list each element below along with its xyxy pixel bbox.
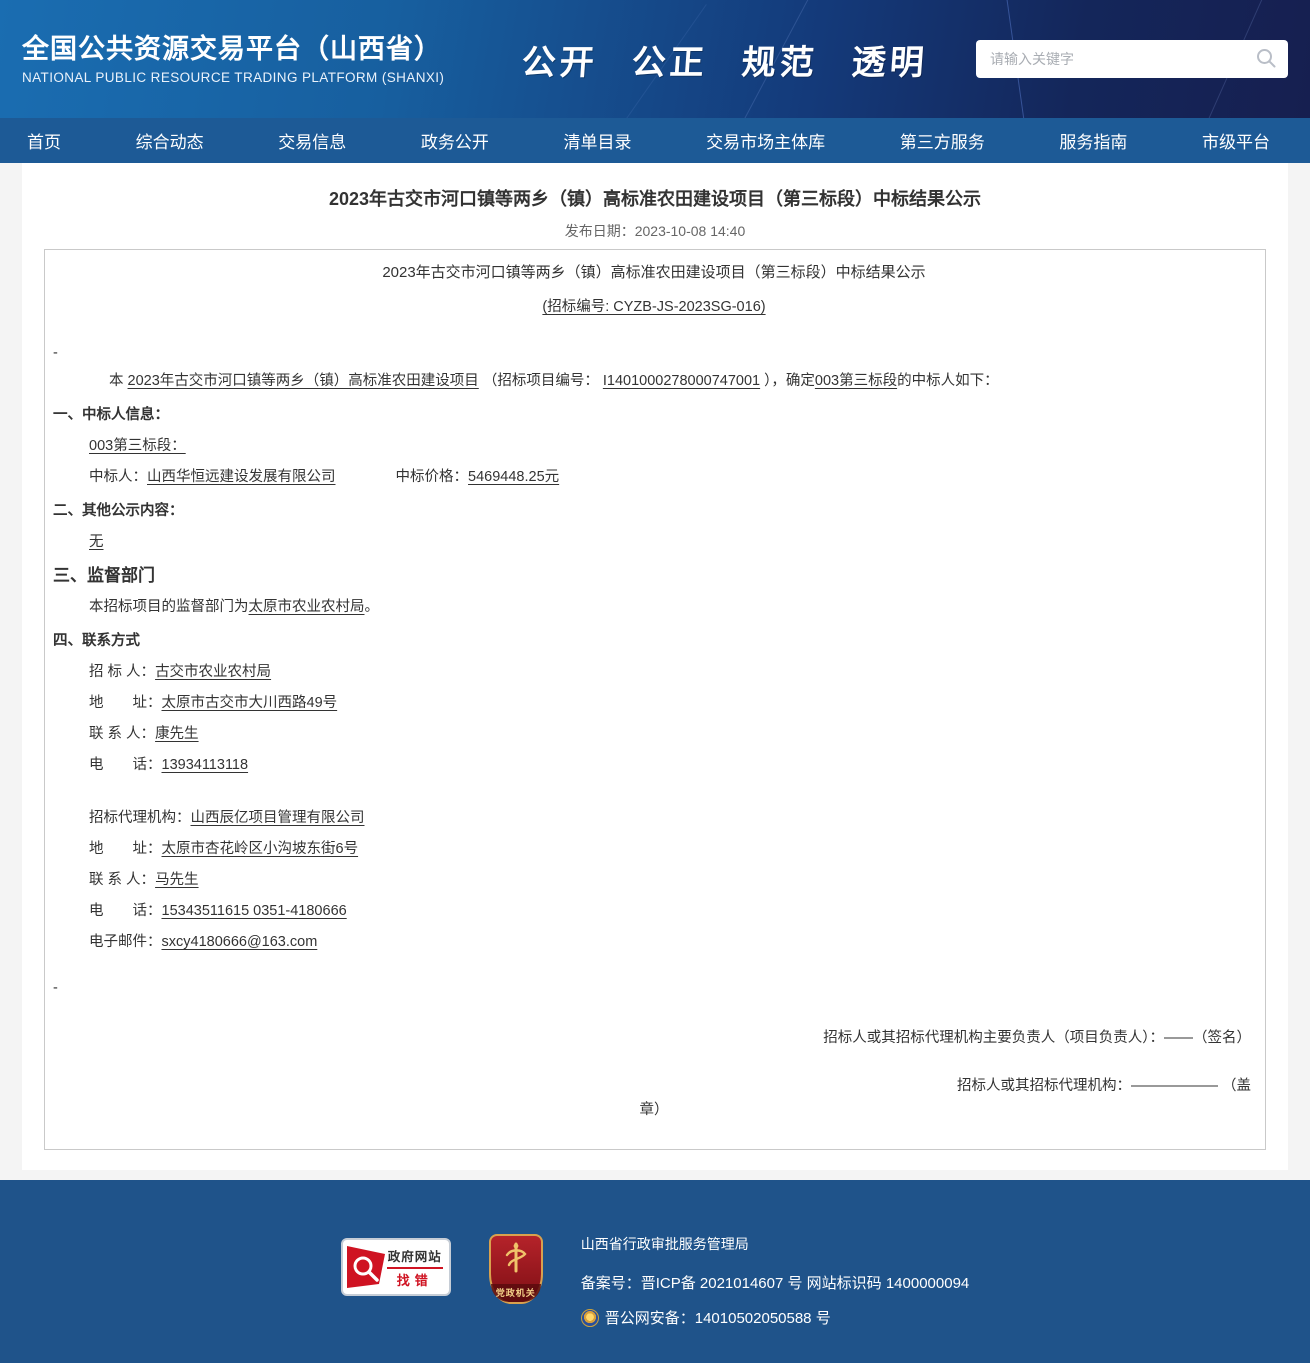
contact-label: 地 址：	[89, 695, 162, 711]
footer-icp: 备案号：晋ICP备 2021014607 号 网站标识码 1400000094	[581, 1272, 970, 1293]
contact-label: 招 标 人：	[89, 664, 155, 680]
page-title: 2023年古交市河口镇等两乡（镇）高标准农田建设项目（第三标段）中标结果公示	[22, 163, 1288, 211]
contact-label: 联 系 人：	[89, 872, 155, 888]
section1-heading: 一、中标人信息：	[53, 404, 1255, 426]
section2-heading: 二、其他公示内容：	[53, 500, 1255, 522]
error-badge-text-2: 找错	[387, 1267, 443, 1289]
contact-label: 电子邮件：	[89, 934, 162, 950]
project-name: 2023年古交市河口镇等两乡（镇）高标准农田建设项目	[128, 373, 479, 389]
nav-item-service-guide[interactable]: 服务指南	[1059, 128, 1127, 153]
search-button[interactable]	[1254, 47, 1278, 71]
winner-name: 山西华恒远建设发展有限公司	[147, 469, 336, 485]
contact-value: 太原市杏花岭区小沟坡东街6号	[162, 841, 359, 857]
content-area: 2023年古交市河口镇等两乡（镇）高标准农田建设项目（第三标段）中标结果公示 发…	[22, 163, 1288, 1170]
site-footer: 政府网站 找错 党政机关 山西省行政审批服务管理局 备案号：晋ICP备 2021…	[0, 1180, 1310, 1363]
signature-line-1: 招标人或其招标代理机构主要负责人（项目负责人）：——（签名）	[53, 1027, 1255, 1049]
error-badge-text-1: 政府网站	[387, 1246, 443, 1265]
nav-item-trade-info[interactable]: 交易信息	[278, 128, 346, 153]
police-badge-icon	[581, 1309, 599, 1327]
contact-value: 马先生	[155, 872, 199, 888]
dash-mark: -	[53, 977, 1255, 999]
nav-item-news[interactable]: 综合动态	[136, 128, 204, 153]
slogan-word: 公正	[630, 35, 709, 84]
footer-police-record-link[interactable]: 晋公网安备：14010502050588 号	[605, 1307, 831, 1328]
price-value: 5469448.25元	[468, 469, 559, 485]
contact-value: sxcy4180666@163.com	[162, 934, 318, 950]
party-gov-shield-badge[interactable]: 党政机关	[489, 1234, 543, 1304]
contact-row: 联 系 人：康先生	[53, 723, 1255, 745]
contact-row: 电 话：15343511615 0351-4180666	[53, 900, 1255, 922]
contact-value: 13934113118	[162, 757, 249, 773]
section1-lot: 003第三标段：	[53, 435, 1255, 457]
contact-label: 电 话：	[89, 903, 162, 919]
contact-value: 15343511615 0351-4180666	[162, 903, 347, 919]
search-box	[976, 40, 1288, 78]
search-icon	[1255, 57, 1277, 72]
slogan: 公开 公正 规范 透明	[474, 35, 976, 84]
contact-row: 地 址：太原市杏花岭区小沟坡东街6号	[53, 838, 1255, 860]
supervisor-dept: 太原市农业农村局	[249, 599, 365, 615]
contact-value: 太原市古交市大川西路49号	[162, 695, 338, 711]
winner-label: 中标人：	[89, 469, 147, 485]
contact-row: 地 址：太原市古交市大川西路49号	[53, 692, 1255, 714]
contact-row: 联 系 人：马先生	[53, 869, 1255, 891]
contact-value: 山西辰亿项目管理有限公司	[191, 810, 365, 826]
nav-item-catalog[interactable]: 清单目录	[564, 128, 632, 153]
publish-date: 发布日期：2023-10-08 14:40	[22, 221, 1288, 241]
contact-row: 电子邮件：sxcy4180666@163.com	[53, 931, 1255, 953]
contact-value: 古交市农业农村局	[155, 664, 271, 680]
gov-site-error-badge[interactable]: 政府网站 找错	[341, 1238, 451, 1296]
section3-content: 本招标项目的监督部门为太原市农业农村局。	[53, 596, 1255, 618]
signature-line-2-wrap: 章）	[53, 1099, 1255, 1121]
site-brand: 全国公共资源交易平台（山西省） NATIONAL PUBLIC RESOURCE…	[22, 33, 444, 86]
contact-label: 招标代理机构：	[89, 810, 191, 826]
contact-row: 招 标 人：古交市农业农村局	[53, 661, 1255, 683]
search-input[interactable]	[990, 51, 1254, 67]
contact-row: 招标代理机构：山西辰亿项目管理有限公司	[53, 807, 1255, 829]
price-label: 中标价格：	[396, 469, 469, 485]
nav-item-third-party[interactable]: 第三方服务	[900, 128, 985, 153]
project-code: I1401000278000747001	[603, 373, 760, 389]
contact-row: 电 话：13934113118	[53, 754, 1255, 776]
dash-mark: -	[53, 342, 1255, 364]
contact-label: 联 系 人：	[89, 726, 155, 742]
intro-paragraph: 本 2023年古交市河口镇等两乡（镇）高标准农田建设项目 （招标项目编号： I1…	[53, 370, 1255, 392]
main-nav: 首页 综合动态 交易信息 政务公开 清单目录 交易市场主体库 第三方服务 服务指…	[0, 118, 1310, 163]
document-title: 2023年古交市河口镇等两乡（镇）高标准农田建设项目（第三标段）中标结果公示	[53, 262, 1255, 284]
contact-label: 地 址：	[89, 841, 162, 857]
slogan-word: 公开	[520, 35, 599, 84]
shield-emblem-icon	[501, 1241, 531, 1284]
signature-line-2: 招标人或其招标代理机构：—————— （盖	[53, 1075, 1255, 1097]
section3-heading: 三、监督部门	[53, 565, 1255, 587]
winner-line: 中标人：山西华恒远建设发展有限公司 中标价格：5469448.25元	[53, 466, 1255, 488]
footer-text-block: 山西省行政审批服务管理局 备案号：晋ICP备 2021014607 号 网站标识…	[581, 1234, 970, 1328]
tender-code: (招标编号: CYZB-JS-2023SG-016)	[53, 296, 1255, 318]
section2-content: 无	[53, 531, 1255, 553]
contact-value: 康先生	[155, 726, 199, 742]
nav-item-city-platform[interactable]: 市级平台	[1202, 128, 1270, 153]
nav-item-home[interactable]: 首页	[27, 128, 61, 153]
footer-agency: 山西省行政审批服务管理局	[581, 1234, 970, 1254]
section4-heading: 四、联系方式	[53, 630, 1255, 652]
slogan-word: 透明	[850, 35, 929, 84]
site-header: 全国公共资源交易平台（山西省） NATIONAL PUBLIC RESOURCE…	[0, 0, 1310, 118]
document-box: 2023年古交市河口镇等两乡（镇）高标准农田建设项目（第三标段）中标结果公示 (…	[44, 249, 1266, 1150]
slogan-word: 规范	[740, 35, 819, 84]
error-report-magnifier-icon	[347, 1244, 387, 1290]
shield-badge-label: 党政机关	[491, 1284, 541, 1302]
site-subtitle: NATIONAL PUBLIC RESOURCE TRADING PLATFOR…	[22, 70, 444, 85]
site-title: 全国公共资源交易平台（山西省）	[22, 33, 444, 67]
contact-label: 电 话：	[89, 757, 162, 773]
nav-item-market-subjects[interactable]: 交易市场主体库	[706, 128, 825, 153]
section-name: 003第三标段	[815, 373, 897, 389]
nav-item-gov-open[interactable]: 政务公开	[421, 128, 489, 153]
